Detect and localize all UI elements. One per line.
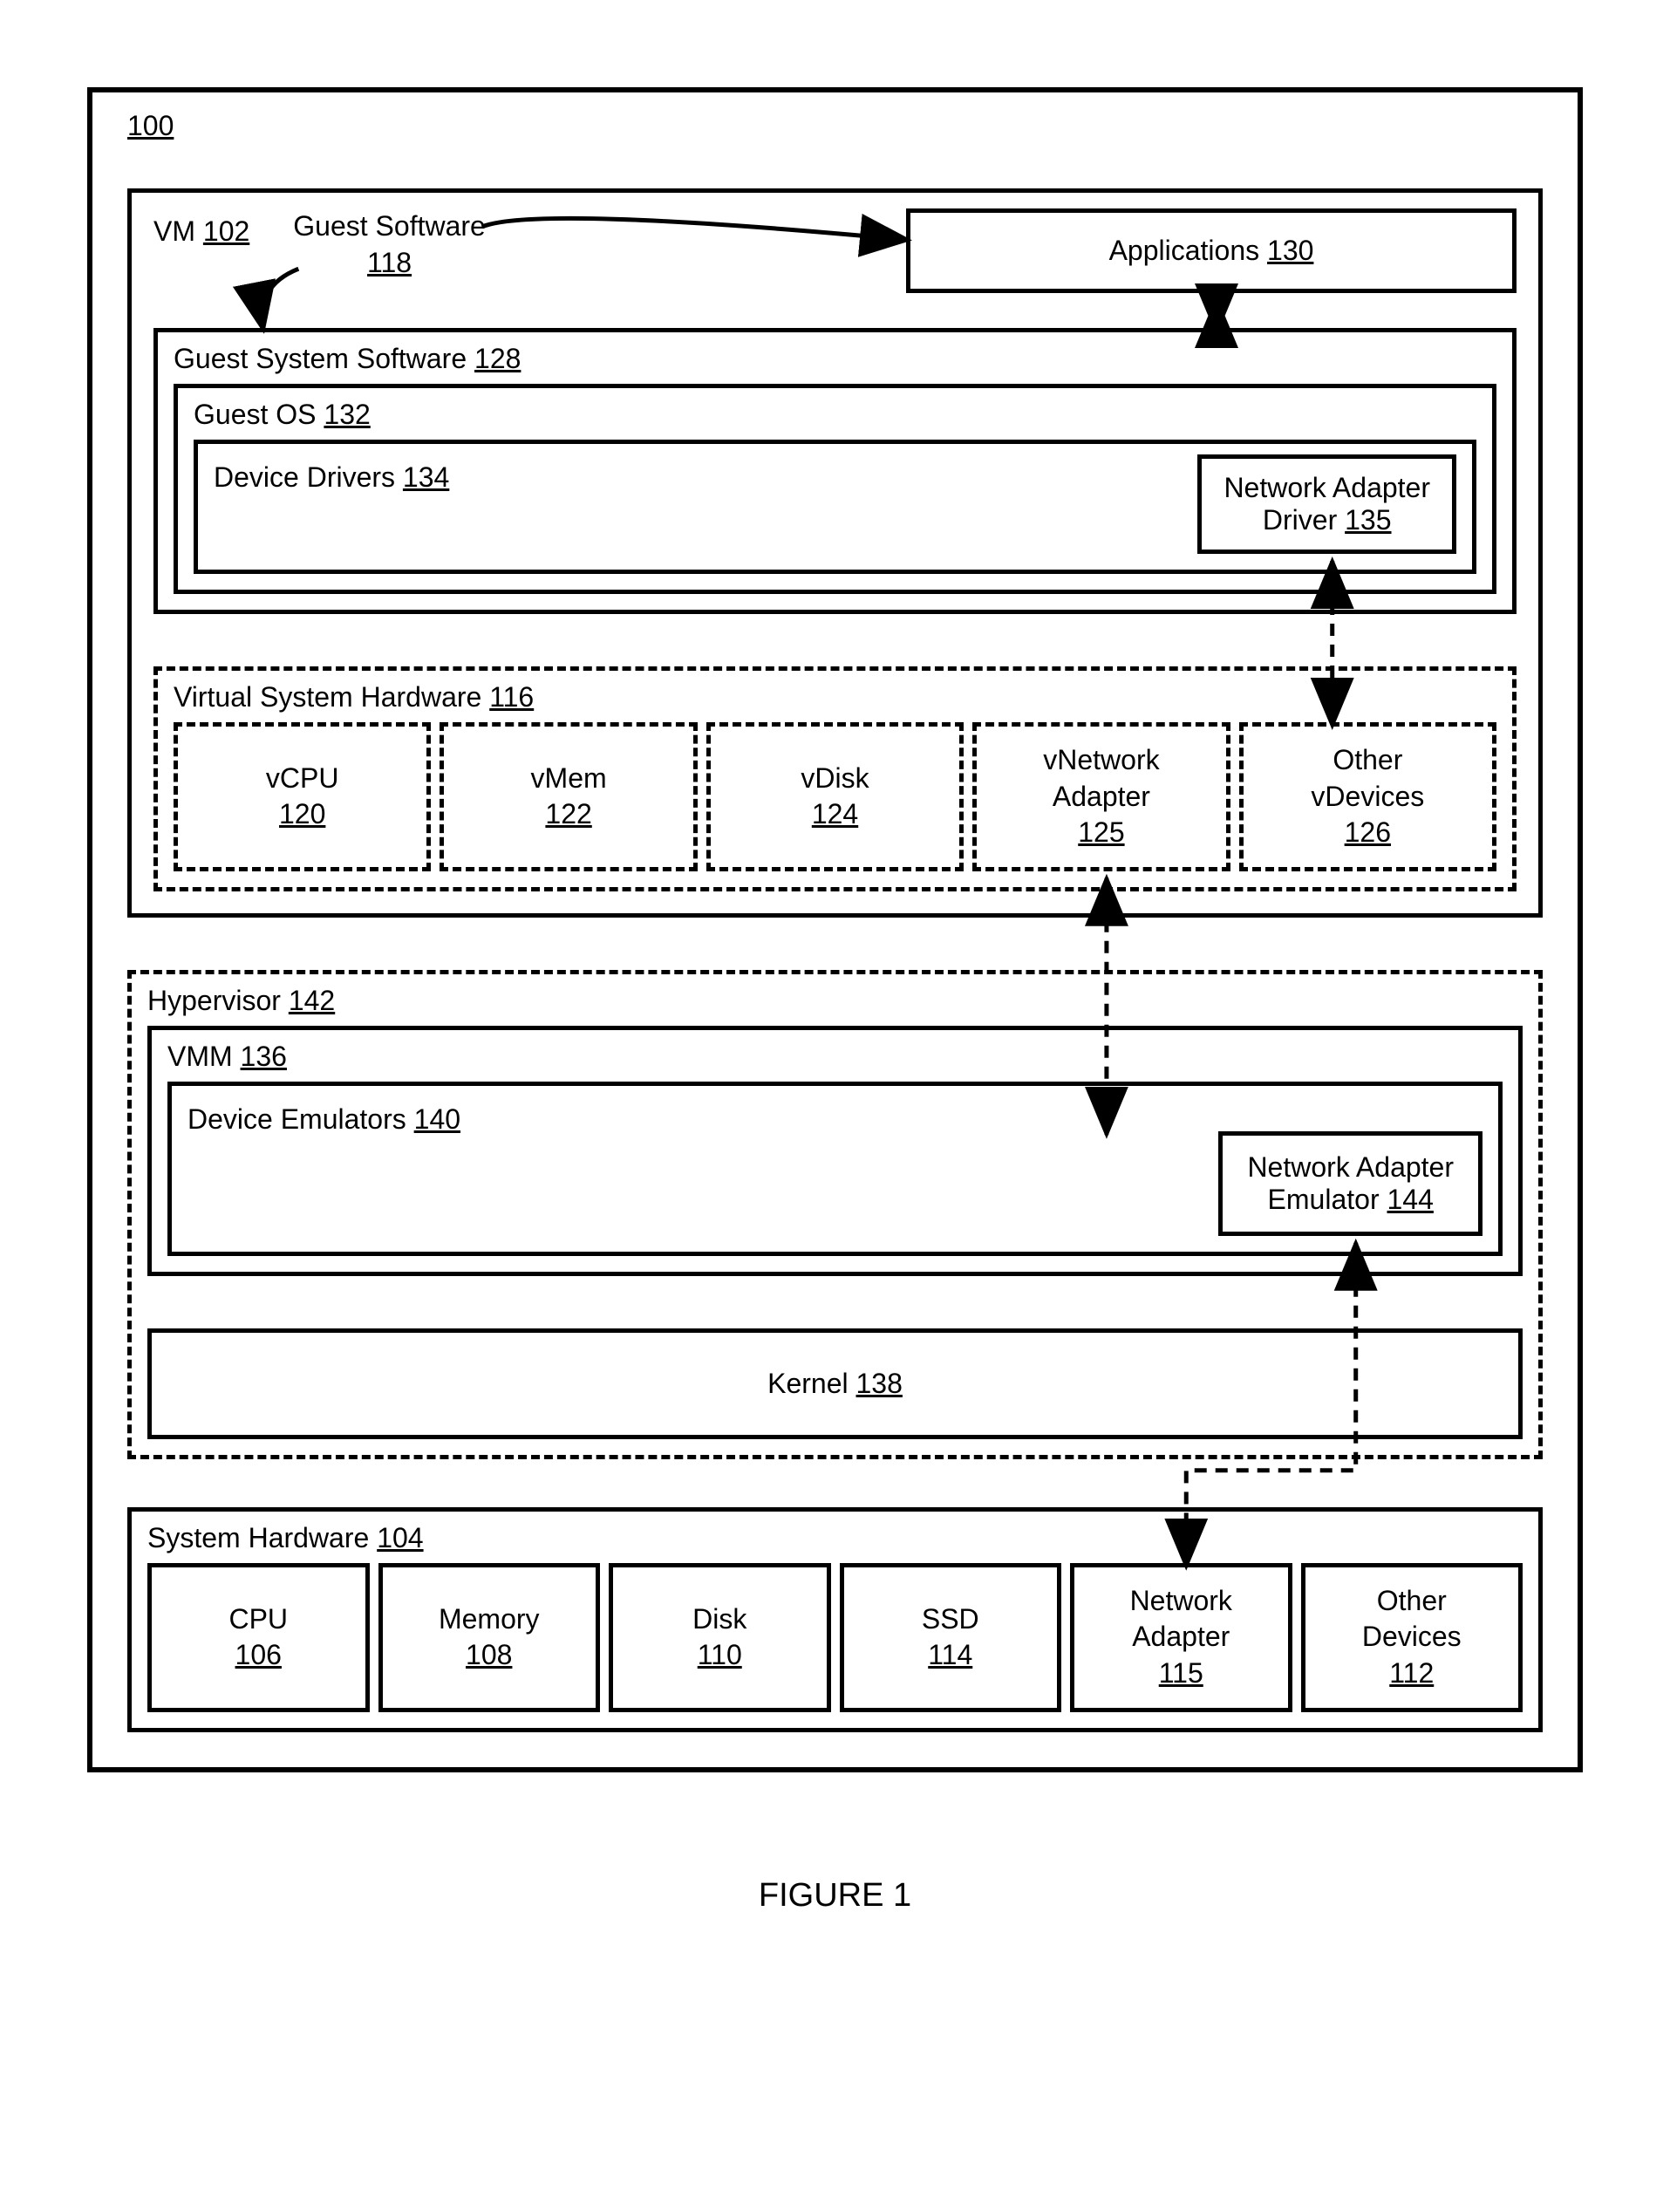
hypervisor-box: Hypervisor 142 VMM 136 Device Emulators … [127,970,1543,1459]
network-adapter-emulator-box: Network AdapterEmulator 144 [1218,1131,1483,1236]
system-hardware-box: System Hardware 104 CPU106Memory108Disk1… [127,1507,1543,1732]
hyp-label: Hypervisor [147,985,281,1016]
vm-num: 102 [203,215,249,247]
hypervisor-title: Hypervisor 142 [147,985,1523,1017]
vmm-title: VMM 136 [167,1041,1503,1073]
hardware-device-memory: Memory108 [378,1563,601,1712]
system-label: 100 [127,110,174,142]
vm-title: VM [153,215,195,247]
hardware-device-row: CPU106Memory108Disk110SSD114NetworkAdapt… [147,1563,1523,1712]
vmm-box: VMM 136 Device Emulators 140 Network Ada… [147,1026,1523,1276]
hardware-device-network-adapter: NetworkAdapter115 [1070,1563,1292,1712]
guest-os-num: 132 [324,399,370,430]
gss-label: Guest System Software [174,343,467,374]
guest-software-text: Guest Software [293,208,486,245]
virtual-system-hardware-box: Virtual System Hardware 116 vCPU120vMem1… [153,666,1517,891]
virtual-device-other-vdevices: OthervDevices126 [1239,722,1496,871]
dd-label: Device Drivers [214,461,395,493]
guest-software-num: 118 [293,245,486,282]
hardware-device-ssd: SSD114 [840,1563,1062,1712]
nad-label: Network AdapterDriver 135 [1224,472,1430,536]
hardware-device-cpu: CPU106 [147,1563,370,1712]
hardware-device-disk: Disk110 [609,1563,831,1712]
hardware-device-other-devices: OtherDevices112 [1301,1563,1523,1712]
kernel-num: 138 [856,1368,903,1399]
de-label: Device Emulators [187,1103,406,1135]
vm-header: VM 102 Guest Software 118 Applications 1… [153,208,1517,293]
virtual-device-vcpu: vCPU120 [174,722,431,871]
kernel-label: Kernel [767,1368,849,1399]
shw-title: System Hardware 104 [147,1522,1523,1554]
guest-os-label: Guest OS [194,399,317,430]
vsh-label: Virtual System Hardware [174,681,481,713]
gss-num: 128 [474,343,521,374]
device-drivers-box: Device Drivers 134 Network AdapterDriver… [194,440,1476,574]
guest-system-software-box: Guest System Software 128 Guest OS 132 D… [153,328,1517,614]
guest-software-label: Guest Software 118 [276,208,486,281]
applications-num: 130 [1267,235,1313,266]
virtual-device-vdisk: vDisk124 [706,722,964,871]
guest-os-title: Guest OS 132 [194,399,1476,431]
device-drivers-title: Device Drivers 134 [214,454,1171,554]
kernel-box: Kernel 138 [147,1328,1523,1439]
vmm-label: VMM [167,1041,233,1072]
applications-label: Applications [1109,235,1260,266]
device-emulators-box: Device Emulators 140 Network AdapterEmul… [167,1082,1503,1256]
vmm-num: 136 [241,1041,287,1072]
guest-os-box: Guest OS 132 Device Drivers 134 Network … [174,384,1496,594]
shw-num: 104 [377,1522,423,1553]
network-adapter-driver-box: Network AdapterDriver 135 [1197,454,1456,554]
vsh-num: 116 [489,681,534,713]
gss-title: Guest System Software 128 [174,343,1496,375]
nad-num: 135 [1345,504,1391,536]
shw-label: System Hardware [147,1522,369,1553]
nae-num: 144 [1387,1184,1433,1215]
nae-label: Network AdapterEmulator 144 [1247,1151,1454,1216]
figure-caption: FIGURE 1 [87,1877,1583,1915]
virtual-device-vmem: vMem122 [440,722,697,871]
de-num: 140 [414,1103,460,1135]
dd-num: 134 [403,461,449,493]
system-num: 100 [127,110,174,141]
system-container: 100 VM 102 Guest Software 118 Applicatio… [87,87,1583,1772]
virtual-device-vnetwork-adapter: vNetworkAdapter125 [972,722,1230,871]
vm-box: VM 102 Guest Software 118 Applications 1… [127,188,1543,918]
vm-label: VM 102 [153,208,249,248]
virtual-device-row: vCPU120vMem122vDisk124vNetworkAdapter125… [174,722,1496,871]
hyp-num: 142 [289,985,335,1016]
vsh-title: Virtual System Hardware 116 [174,681,1496,713]
de-title: Device Emulators 140 [187,1096,1192,1236]
applications-box: Applications 130 [906,208,1517,293]
